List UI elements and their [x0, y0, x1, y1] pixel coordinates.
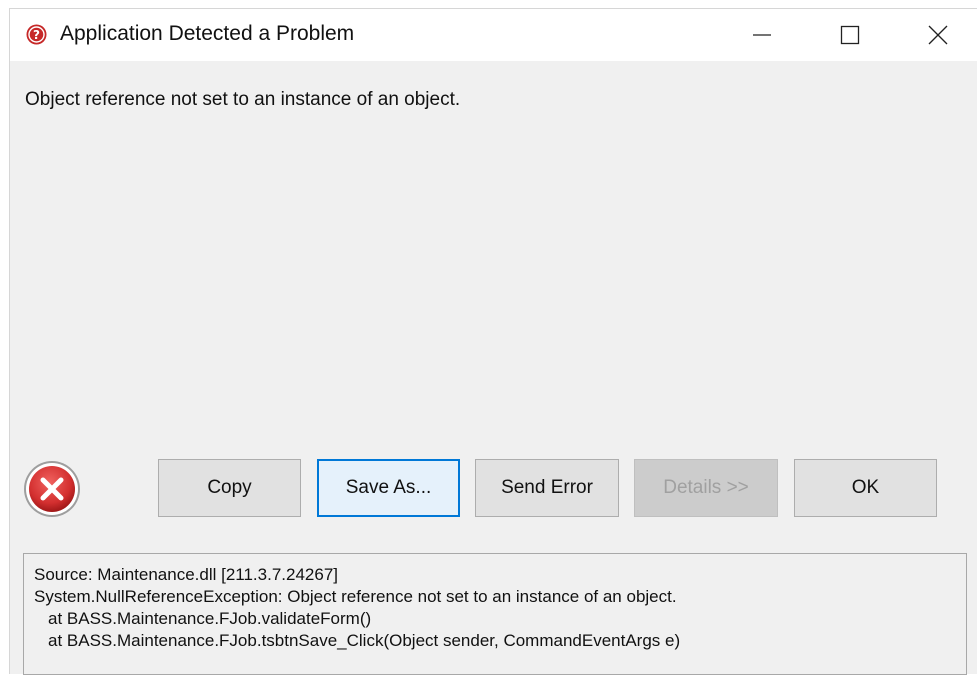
minimize-icon [753, 34, 771, 36]
details-stack-line: at BASS.Maintenance.FJob.validateForm() [48, 609, 372, 628]
minimize-button[interactable] [732, 9, 792, 61]
send-error-button[interactable]: Send Error [475, 459, 619, 517]
window-title: Application Detected a Problem [60, 22, 355, 45]
details-exception-line: System.NullReferenceException: Object re… [34, 587, 677, 606]
error-x-circle-icon [24, 461, 80, 517]
copy-button[interactable]: Copy [158, 459, 301, 517]
details-source-line: Source: Maintenance.dll [211.3.7.24267] [34, 565, 339, 584]
error-message: Object reference not set to an instance … [25, 89, 461, 110]
ok-button[interactable]: OK [794, 459, 937, 517]
error-dialog-window: ? Application Detected a Problem Object … [9, 8, 977, 675]
title-bar[interactable]: ? Application Detected a Problem [10, 9, 977, 61]
svg-text:?: ? [33, 28, 40, 42]
details-button: Details >> [634, 459, 778, 517]
details-textbox[interactable]: Source: Maintenance.dll [211.3.7.24267] … [23, 553, 967, 675]
maximize-icon [840, 25, 860, 45]
close-button[interactable] [908, 9, 968, 61]
maximize-button[interactable] [820, 9, 880, 61]
question-circle-icon: ? [26, 24, 47, 45]
details-stack-line: at BASS.Maintenance.FJob.tsbtnSave_Click… [48, 631, 681, 650]
save-as-button[interactable]: Save As... [317, 459, 460, 517]
close-icon [928, 25, 948, 45]
